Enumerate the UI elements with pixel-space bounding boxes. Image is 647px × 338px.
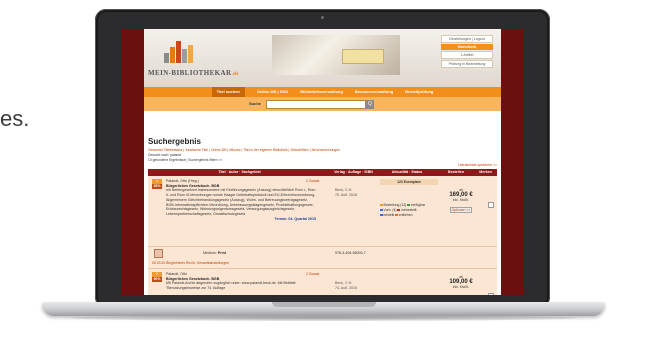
red-square-icon	[397, 208, 400, 211]
result-badge: 1 25%	[152, 179, 162, 189]
laptop-screen: MEIN-BIBLIOTHEKAR.de Einstellungen | Log…	[121, 29, 524, 295]
camera-icon	[321, 16, 324, 19]
remember-checkbox[interactable]	[488, 293, 494, 295]
zusatz-link[interactable]: 2 Zusatz	[306, 272, 319, 276]
search-query: Gesucht nach: palandt	[148, 153, 181, 157]
stock-count: 123 Exemplare	[380, 179, 438, 185]
result-count[interactable]: 10 gefundene Ergebnisse | Suchergebnis f…	[148, 158, 497, 162]
green-square-icon	[407, 203, 410, 206]
results-content: Suchergebnis Gesamter Titelbestand | Jur…	[144, 111, 501, 295]
price-box: ab 169,00 € inkl. MwSt. Optionen >>	[442, 188, 480, 213]
cart-button[interactable]: Warenkorb	[441, 44, 493, 50]
result-subtitle: mit Nebengesetzen insbesondere mit Einfü…	[166, 188, 316, 216]
col-remember[interactable]: Merken	[474, 169, 497, 176]
cart-box: Einstellungen | Logout Warenkorb 1 Artik…	[441, 35, 493, 69]
blue-square-icon	[380, 208, 383, 211]
blue-square-icon	[380, 213, 383, 216]
page-title: Suchergebnis	[148, 137, 201, 146]
cart-status: Prüfung in Bearbeitung	[441, 60, 493, 68]
result-subtitle: Mit Palandt-Archiv abgerufen zugänglich …	[166, 281, 296, 291]
laptop-lid: MEIN-BIBLIOTHEKAR.de Einstellungen | Log…	[95, 9, 550, 308]
result-description: Palandt, Otto Bürgerliches Gesetzbuch. B…	[166, 272, 316, 291]
cart-count: 1 Artikel	[441, 51, 493, 59]
price-box: ab 109,00 € inkl. MwSt.	[442, 275, 480, 289]
options-button[interactable]: Optionen >>	[449, 207, 473, 213]
result-publisher: Beck, C.H. 74. Aufl. 2015	[335, 281, 357, 290]
nav-item-benutzerverwaltung[interactable]: Benutzerverwaltung	[355, 87, 393, 97]
main-nav: Titel suchen Online-DB | SSO Bibliotheks…	[144, 87, 501, 97]
col-title[interactable]: Titel · Autor · Sachgebiet	[148, 169, 331, 176]
table-row: 2 90% Palandt, Otto Bürgerliches Gesetzb…	[148, 269, 497, 295]
save-list-link[interactable]: Literaturliste speichern >>	[148, 163, 497, 167]
logo-books-icon	[164, 41, 198, 63]
result-termin: Termin: 04. Quartal 2015	[274, 216, 316, 221]
laptop-notch	[272, 302, 376, 307]
result-title[interactable]: Bürgerliches Gesetzbuch. BGB	[166, 277, 219, 281]
search-input[interactable]	[266, 100, 366, 109]
nav-item-bestellpruefung[interactable]: Bestellprüfung	[405, 87, 433, 97]
nav-item-online-db[interactable]: Online-DB | SSO	[257, 87, 288, 97]
laptop-base	[42, 302, 605, 316]
stock-status: 123 Exemplare Bestellung (13) verfügbar …	[380, 179, 438, 218]
result-title[interactable]: Bürgerliches Gesetzbuch. BGB	[166, 184, 219, 188]
site-header: MEIN-BIBLIOTHEKAR.de Einstellungen | Log…	[144, 29, 501, 87]
nav-item-bibliotheksverwaltung[interactable]: Bibliotheksverwaltung	[300, 87, 343, 97]
result-publisher: Beck, C.H. 75. Aufl. 2016	[335, 188, 357, 197]
orange-square-icon	[380, 203, 383, 206]
stock-legend: Bestellung (13) verfügbar Vorb. (4) vorb…	[380, 203, 438, 218]
book-icon	[154, 249, 163, 258]
search-label: Suche	[249, 101, 262, 106]
web-page: MEIN-BIBLIOTHEKAR.de Einstellungen | Log…	[144, 29, 501, 295]
col-verlag[interactable]: Verlag · Auflage · ISBN	[331, 169, 376, 176]
result-description: Palandt, Otto (Hrsg.) Bürgerliches Geset…	[166, 179, 316, 221]
col-status: Aktualität · Status	[391, 170, 423, 174]
isbn: 978-3-406-68000-7	[335, 251, 366, 255]
table-row: 1 25% Palandt, Otto (Hrsg.) Bürgerliches…	[148, 176, 497, 247]
orange-square-icon	[395, 213, 398, 216]
background-text: es.	[0, 106, 30, 131]
result-filters[interactable]: Gesamter Titelbestand | Juristische Tite…	[148, 148, 497, 152]
logo[interactable]: MEIN-BIBLIOTHEKAR.de	[148, 69, 239, 77]
remember-checkbox[interactable]	[488, 202, 494, 208]
zusatz-link[interactable]: 2 Zusatz	[306, 179, 319, 183]
results-table-header: Titel · Autor · Sachgebiet Verlag · Aufl…	[148, 169, 497, 176]
search-button[interactable]: Q	[366, 100, 374, 109]
col-order: Bestellen	[448, 170, 464, 174]
header-banner[interactable]	[342, 49, 384, 64]
nav-item-titel-suchen[interactable]: Titel suchen	[211, 87, 245, 97]
medium-row: Medium: Print 978-3-406-68000-7	[148, 247, 497, 258]
search-bar: Suche Q	[144, 97, 501, 111]
result-badge: 2 90%	[152, 272, 162, 282]
category-link[interactable]: 05.03.30 Bürgerliches Recht, Gesamtdarst…	[148, 258, 497, 269]
medium-label: Medium: Print	[203, 251, 226, 255]
account-links[interactable]: Einstellungen | Logout	[441, 35, 493, 43]
